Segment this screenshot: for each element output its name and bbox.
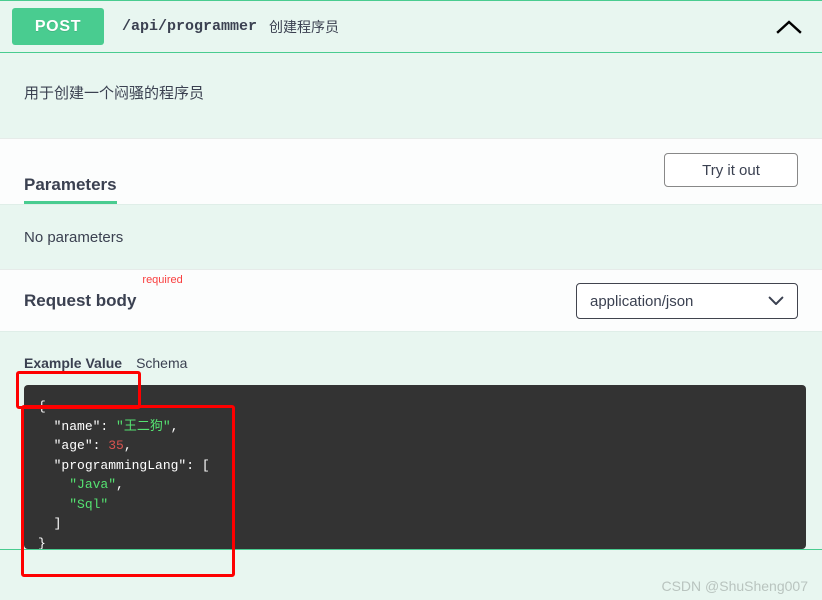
- code-token-punct: {: [38, 399, 46, 414]
- code-line: "Java",: [38, 475, 792, 495]
- code-line: {: [38, 397, 792, 417]
- code-line: "programmingLang": [: [38, 456, 792, 476]
- operation-card: POST /api/programmer 创建程序员 用于创建一个闷骚的程序员 …: [0, 0, 822, 550]
- http-method-badge: POST: [12, 8, 104, 45]
- code-line: }: [38, 534, 792, 550]
- tab-schema[interactable]: Schema: [136, 355, 187, 371]
- operation-path: /api/programmer: [122, 18, 257, 35]
- parameters-title: Parameters: [24, 175, 117, 204]
- chevron-up-icon[interactable]: [772, 10, 806, 44]
- tab-example-value[interactable]: Example Value: [24, 355, 122, 371]
- example-json-code: { "name": "王二狗", "age": 35, "programming…: [24, 385, 806, 549]
- operation-summary-header[interactable]: POST /api/programmer 创建程序员: [0, 1, 822, 53]
- code-token-punct: :: [100, 419, 116, 434]
- operation-summary-text: 创建程序员: [269, 17, 339, 37]
- code-token-punct: :: [93, 438, 109, 453]
- content-type-select[interactable]: application/json: [576, 283, 798, 319]
- code-token-punct: ,: [124, 438, 132, 453]
- code-token-punct: : [: [186, 458, 209, 473]
- code-line: "name": "王二狗",: [38, 417, 792, 437]
- content-type-value: application/json: [590, 293, 768, 310]
- code-token-punct: ]: [54, 516, 62, 531]
- code-line: "age": 35,: [38, 436, 792, 456]
- code-line: "Sql": [38, 495, 792, 515]
- code-line: ]: [38, 514, 792, 534]
- code-token-key: "name": [54, 419, 101, 434]
- code-token-punct: }: [38, 536, 46, 550]
- code-token-str: "Sql": [69, 497, 108, 512]
- request-body-header: Request body required application/json: [0, 269, 822, 331]
- code-token-punct: ,: [171, 419, 179, 434]
- chevron-down-icon: [768, 293, 784, 310]
- example-value-area: Example Value Schema { "name": "王二狗", "a…: [0, 331, 822, 549]
- try-it-out-button[interactable]: Try it out: [664, 153, 798, 187]
- required-badge: required: [142, 274, 182, 286]
- request-body-title: Request body: [24, 291, 136, 311]
- parameters-header: Parameters Try it out: [0, 138, 822, 204]
- no-parameters-text: No parameters: [0, 204, 822, 269]
- operation-description: 用于创建一个闷骚的程序员: [0, 53, 822, 138]
- example-value-tabs: Example Value Schema: [16, 350, 806, 376]
- operation-body: 用于创建一个闷骚的程序员 Parameters Try it out No pa…: [0, 53, 822, 549]
- code-token-punct: ,: [116, 477, 124, 492]
- code-token-str: "王二狗": [116, 419, 171, 434]
- code-token-num: 35: [108, 438, 124, 453]
- code-token-key: "programmingLang": [54, 458, 187, 473]
- code-token-key: "age": [54, 438, 93, 453]
- content-type-wrapper: application/json: [576, 283, 798, 319]
- watermark: CSDN @ShuSheng007: [661, 578, 808, 594]
- code-token-str: "Java": [69, 477, 116, 492]
